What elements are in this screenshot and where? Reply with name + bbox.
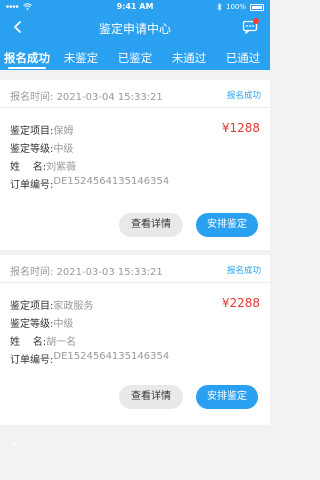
time-label: 报名时间:: [10, 267, 54, 278]
name-row: 姓 名: 刘紫薇: [10, 158, 76, 173]
level-row: 鉴定等级: 中级: [10, 315, 73, 330]
order-card: 报名时间: 2021-03-04 15:33:21 报名成功 鉴定项目: 保姆 …: [0, 80, 270, 250]
level-label: 鉴定等级:: [10, 319, 54, 330]
level-value: 中级: [53, 319, 74, 330]
tab-registered[interactable]: 报名成功: [0, 45, 54, 70]
time-value: 2021-03-04 15:33:21: [56, 92, 163, 103]
order-number-label: 订单编号:: [10, 180, 54, 191]
battery-percent: 100%: [225, 3, 246, 11]
tab-appraised[interactable]: 已鉴定: [108, 45, 162, 70]
name-row: 姓 名: 胡一名: [10, 333, 76, 348]
tab-failed[interactable]: 未通过: [162, 45, 216, 70]
name-label: 姓 名:: [10, 162, 47, 173]
project-row: 鉴定项目: 保姆: [10, 122, 73, 137]
status-right: 100%: [217, 3, 264, 11]
status-bar: 9:41 AM 100%: [0, 0, 270, 14]
arrange-appraisal-button[interactable]: 安排鉴定: [196, 213, 258, 237]
view-details-button[interactable]: 查看详情: [119, 213, 183, 237]
bluetooth-icon: [217, 3, 222, 11]
level-label: 鉴定等级:: [10, 144, 54, 155]
name-label: 姓 名:: [10, 337, 47, 348]
project-value: 保姆: [53, 126, 74, 137]
order-number-value: DE1524564135146354: [53, 351, 170, 362]
registration-time: 报名时间: 2021-03-03 15:33:21: [10, 263, 163, 278]
name-value: 刘紫薇: [46, 162, 77, 173]
arrange-appraisal-button[interactable]: 安排鉴定: [196, 385, 258, 409]
page-title: 鉴定申请中心: [98, 22, 171, 36]
registration-time: 报名时间: 2021-03-04 15:33:21: [10, 88, 163, 103]
project-value: 家政服务: [53, 301, 94, 312]
battery-icon: [250, 3, 264, 11]
navbar: 鉴定申请中心: [0, 15, 270, 41]
order-number-row: 订单编号: DE1524564135146354: [10, 351, 169, 366]
card-header: 报名时间: 2021-03-03 15:33:21 报名成功: [0, 255, 270, 283]
level-value: 中级: [53, 144, 74, 155]
project-label: 鉴定项目:: [10, 126, 54, 137]
message-button[interactable]: [242, 18, 259, 35]
tab-not-appraised[interactable]: 未鉴定: [54, 45, 108, 70]
notification-dot: [253, 18, 259, 24]
tab-passed[interactable]: 已通过: [216, 45, 270, 70]
price: ¥1288: [221, 121, 260, 135]
project-label: 鉴定项目:: [10, 301, 54, 312]
status-tabs: 报名成功 未鉴定 已鉴定 未通过 已通过: [0, 45, 270, 70]
time-label: 报名时间:: [10, 92, 54, 103]
card-header: 报名时间: 2021-03-04 15:33:21 报名成功: [0, 80, 270, 108]
order-number-label: 订单编号:: [10, 355, 54, 366]
price: ¥2288: [221, 296, 260, 310]
app-header: 9:41 AM 100% 鉴定申请中心 报名成功 未鉴定 已鉴定 未通过 已通过: [0, 0, 270, 70]
project-row: 鉴定项目: 家政服务: [10, 297, 93, 312]
level-row: 鉴定等级: 中级: [10, 140, 73, 155]
order-number-value: DE1524564135146354: [53, 176, 170, 187]
name-value: 胡一名: [46, 337, 77, 348]
time-value: 2021-03-03 15:33:21: [56, 267, 163, 278]
order-card: 报名时间: 2021-03-03 15:33:21 报名成功 鉴定项目: 家政服…: [0, 255, 270, 425]
status-badge: 报名成功: [226, 91, 261, 101]
view-details-button[interactable]: 查看详情: [119, 385, 183, 409]
chevron-down-icon: [11, 441, 19, 446]
status-badge: 报名成功: [226, 266, 261, 276]
order-number-row: 订单编号: DE1524564135146354: [10, 176, 169, 191]
